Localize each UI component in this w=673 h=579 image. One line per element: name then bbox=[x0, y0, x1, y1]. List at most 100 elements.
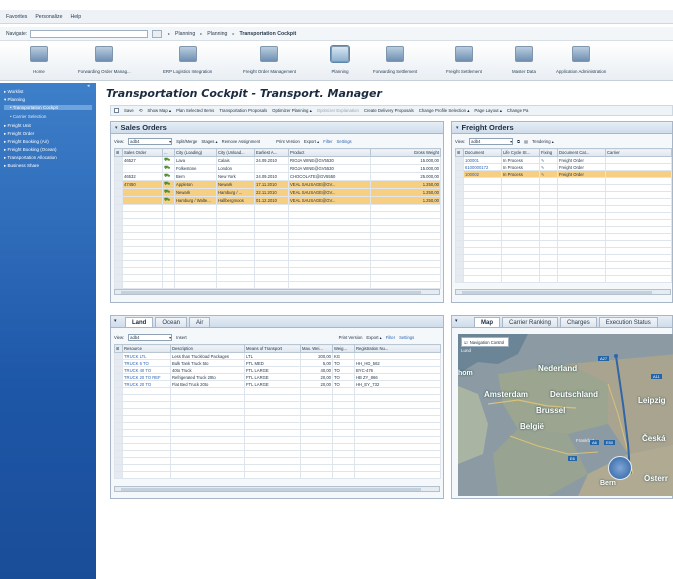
refresh-icon[interactable]: ⟲ bbox=[139, 108, 143, 114]
horizontal-scrollbar[interactable] bbox=[455, 289, 671, 295]
document-link[interactable]: 100002 bbox=[463, 170, 502, 178]
resource-link[interactable]: TRUCK 20 TO bbox=[122, 380, 171, 388]
table-row[interactable]: 46527 ⛟ Lava Calais 24.09.2010 RIOJA WINE@GV5… bbox=[114, 156, 441, 165]
insert-button[interactable]: Insert bbox=[176, 335, 186, 340]
sidebar-item-freight-booking-air[interactable]: ▸ Freight Booking (Air) bbox=[4, 139, 49, 145]
change-pa-button[interactable]: Change Pa bbox=[507, 108, 529, 113]
view-select[interactable]: adb4 ▾ bbox=[128, 334, 173, 341]
tendering-button[interactable]: Tendering ▴ bbox=[532, 139, 554, 144]
column-header[interactable]: Sales Order bbox=[122, 148, 163, 157]
column-header[interactable]: Document Cat... bbox=[557, 148, 606, 157]
launchpad-master-data[interactable]: Master Data bbox=[512, 46, 536, 74]
column-header[interactable]: Means of Transport bbox=[244, 344, 301, 353]
sidebar-item-transportation-allocation[interactable]: ▸ Transportation Allocation bbox=[4, 155, 57, 161]
sidebar-item-freight-booking-ocean[interactable]: ▸ Freight Booking (Ocean) bbox=[4, 147, 57, 153]
tab-charges[interactable]: Charges bbox=[560, 317, 597, 327]
column-header[interactable]: ... bbox=[162, 148, 175, 157]
change-profile-selection-button[interactable]: Change Profile Selection ▴ bbox=[419, 108, 470, 114]
print-version-button[interactable]: Print Version bbox=[276, 139, 300, 144]
horizontal-scrollbar[interactable] bbox=[114, 486, 440, 492]
menu-help[interactable]: Help bbox=[70, 14, 81, 20]
sidebar-item-planning[interactable]: ▾ Planning bbox=[4, 97, 25, 103]
remove-assignment-button[interactable]: Remove Assignment bbox=[222, 139, 260, 144]
view-select[interactable]: adb4 ▾ bbox=[469, 138, 514, 145]
tab-execution-status[interactable]: Execution Status bbox=[598, 317, 658, 327]
breadcrumb-item-current[interactable]: Transportation Cockpit bbox=[239, 31, 296, 37]
table-row[interactable]: 100002 In Process ✎ Freight Order bbox=[455, 170, 672, 178]
column-header[interactable]: Registration Nu... bbox=[354, 344, 441, 353]
launchpad-application-admin[interactable]: Application Administration bbox=[556, 46, 606, 74]
view-select[interactable]: adb4 ▾ bbox=[128, 138, 173, 145]
table-row[interactable]: 46532 ⛟ Bern New York 24.09.2010 CHOCOLATE@GV… bbox=[114, 172, 441, 181]
filter-link[interactable]: Filter bbox=[386, 335, 395, 340]
map-view[interactable]: ☑ Navigation Control Lund hom Nederland … bbox=[458, 334, 673, 496]
table-row[interactable]: 47450 ⛟ Appleton Newark 17.11.2010 VEAL SAUSA… bbox=[114, 180, 441, 189]
document-link[interactable]: 6100000172 bbox=[463, 163, 502, 171]
stages-button[interactable]: Stages ▴ bbox=[201, 139, 217, 144]
show-map-button[interactable]: Show Map ▴ bbox=[147, 108, 171, 114]
column-header[interactable]: Earliest A... bbox=[254, 148, 289, 157]
column-header[interactable]: Gross Weight bbox=[370, 148, 441, 157]
sidebar-item-transportation-cockpit[interactable]: • Transportation Cockpit bbox=[4, 105, 92, 110]
scrollbar-thumb[interactable] bbox=[121, 488, 421, 491]
sidebar-item-freight-unit[interactable]: ▸ Freight Unit bbox=[4, 123, 31, 129]
column-header[interactable]: Description bbox=[170, 344, 245, 353]
column-header[interactable]: Fixing bbox=[539, 148, 558, 157]
document-link[interactable]: 100001 bbox=[463, 156, 502, 164]
sidebar-item-business-share[interactable]: ▸ Business Share bbox=[4, 163, 39, 169]
collapse-triangle-icon[interactable]: ▾ bbox=[114, 318, 117, 324]
column-header[interactable]: Weig... bbox=[332, 344, 355, 353]
launchpad-planning[interactable]: Planning bbox=[330, 45, 350, 74]
resource-link[interactable]: TRUCK 20 TO REF bbox=[122, 373, 171, 381]
select-all-icon[interactable]: ⊞ bbox=[114, 148, 123, 157]
horizontal-scrollbar[interactable] bbox=[114, 289, 440, 295]
tab-carrier-ranking[interactable]: Carrier Ranking bbox=[502, 317, 559, 327]
checkbox-icon[interactable]: ☑ bbox=[464, 340, 468, 345]
sidebar-item-carrier-selection[interactable]: • Carrier Selection bbox=[10, 114, 46, 119]
menu-favorites[interactable]: Favorites bbox=[6, 14, 27, 20]
column-header[interactable]: Resource bbox=[122, 344, 171, 353]
resource-link[interactable]: TRUCK 40 TO bbox=[122, 366, 171, 374]
document-icon[interactable]: ▤ bbox=[524, 139, 528, 144]
column-header[interactable]: Carrier bbox=[605, 148, 672, 157]
table-row[interactable]: TRUCK 5 TO Bulk Tank Truck 5to FTL MED 5,00… bbox=[114, 359, 441, 367]
save-button[interactable]: Save bbox=[124, 108, 134, 113]
collapse-triangle-icon[interactable]: ▾ bbox=[115, 125, 118, 131]
tab-land[interactable]: Land bbox=[125, 317, 154, 327]
navigate-input[interactable] bbox=[30, 29, 148, 38]
table-row[interactable]: 6100000172 In Process ✎ Freight Order bbox=[455, 163, 672, 171]
table-row[interactable]: 100001 In Process ✎ Freight Order bbox=[455, 156, 672, 164]
column-header[interactable]: City (Unload... bbox=[216, 148, 255, 157]
column-header[interactable]: Max. Wei... bbox=[300, 344, 333, 353]
tab-air[interactable]: Air bbox=[189, 317, 211, 327]
plan-selected-items-button[interactable]: Plan Selected Items bbox=[176, 108, 214, 113]
collapse-triangle-icon[interactable]: ▾ bbox=[455, 318, 458, 324]
column-header[interactable]: City (Loading) bbox=[174, 148, 217, 157]
resource-link[interactable]: TRUCK LTL bbox=[122, 352, 171, 360]
filter-link[interactable]: Filter bbox=[323, 139, 332, 144]
resource-link[interactable]: TRUCK 5 TO bbox=[122, 359, 171, 367]
transportation-proposals-button[interactable]: Transportation Proposals bbox=[219, 108, 267, 113]
table-row[interactable]: TRUCK 20 TO Flat Bed Truck 20to FTL LARGE 2… bbox=[114, 380, 441, 388]
select-all-icon[interactable]: ⊞ bbox=[455, 148, 464, 157]
breadcrumb-item-planning-2[interactable]: Planning bbox=[207, 31, 227, 37]
settings-link[interactable]: Settings bbox=[337, 139, 352, 144]
launchpad-freight-settlement[interactable]: Freight Settlement bbox=[446, 46, 482, 74]
breadcrumb-item-planning-1[interactable]: Planning bbox=[175, 31, 195, 37]
select-all-icon[interactable]: ⊞ bbox=[114, 344, 123, 353]
create-delivery-proposals-button[interactable]: Create Delivery Proposals bbox=[364, 108, 414, 113]
launchpad-forwarding-order[interactable]: Forwarding Order Manag... bbox=[78, 46, 131, 74]
column-header[interactable]: Document bbox=[463, 148, 502, 157]
split-merge-button[interactable]: Split/Merge bbox=[176, 139, 197, 144]
collapse-triangle-icon[interactable]: ▾ bbox=[456, 125, 459, 131]
sidebar-item-worklist[interactable]: ▸ Worklist bbox=[4, 89, 23, 95]
tab-ocean[interactable]: Ocean bbox=[155, 317, 188, 327]
sidebar-item-freight-order[interactable]: ▸ Freight Order bbox=[4, 131, 34, 137]
table-row[interactable]: TRUCK 20 TO REF Refrigerated Truck 20to FT… bbox=[114, 373, 441, 381]
table-row[interactable]: TRUCK LTL Less than Truckload Packages LTL… bbox=[114, 352, 441, 360]
optimizer-planning-button[interactable]: Optimizer Planning ▴ bbox=[272, 108, 312, 114]
table-row[interactable]: TRUCK 40 TO 40to Truck FTL LARGE 40,00 TO BYC… bbox=[114, 366, 441, 374]
copy-icon[interactable]: ⧉ bbox=[517, 139, 520, 144]
navigate-dropdown-icon[interactable] bbox=[152, 29, 162, 38]
collapse-icon[interactable]: ◂ bbox=[87, 83, 93, 89]
